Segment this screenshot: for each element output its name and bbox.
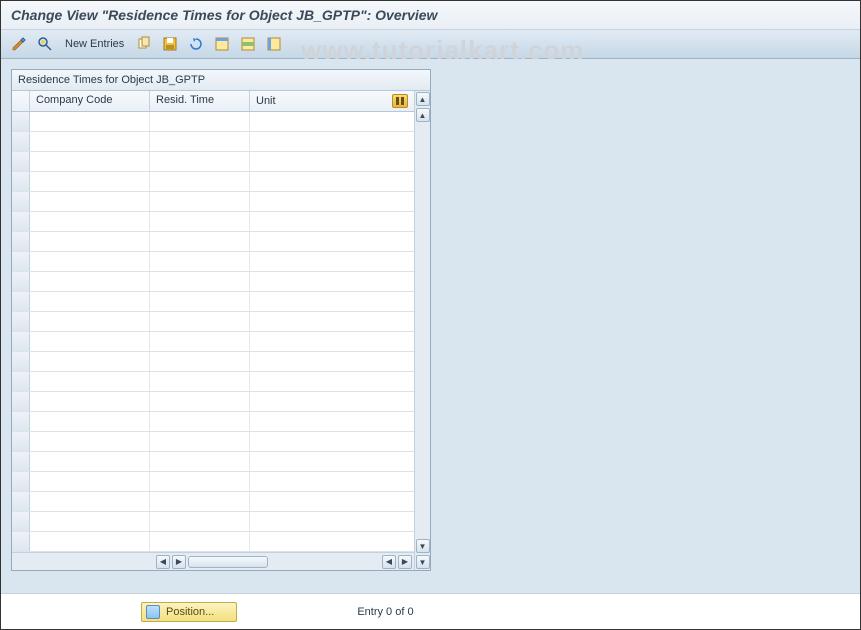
row-selector[interactable]: [12, 332, 30, 351]
scroll-up-icon[interactable]: ▲: [416, 92, 430, 106]
save-icon[interactable]: [160, 34, 180, 54]
scroll-right-icon[interactable]: ▶: [398, 555, 412, 569]
new-entries-button[interactable]: New Entries: [61, 36, 128, 52]
cell-company-code[interactable]: [30, 112, 150, 131]
table-row: [12, 352, 414, 372]
row-selector[interactable]: [12, 232, 30, 251]
row-selector[interactable]: [12, 312, 30, 331]
scroll-right-step-icon[interactable]: ▶: [172, 555, 186, 569]
position-button[interactable]: Position...: [141, 602, 237, 622]
row-selector[interactable]: [12, 132, 30, 151]
row-selector[interactable]: [12, 212, 30, 231]
table-row: [12, 232, 414, 252]
row-selector[interactable]: [12, 292, 30, 311]
table-row: [12, 152, 414, 172]
row-selector[interactable]: [12, 432, 30, 451]
table-row: [12, 252, 414, 272]
row-selector[interactable]: [12, 192, 30, 211]
position-icon: [146, 605, 160, 619]
application-toolbar: New Entries: [1, 30, 860, 59]
row-selector[interactable]: [12, 372, 30, 391]
position-label: Position...: [166, 606, 214, 618]
hscroll-thumb[interactable]: [188, 556, 268, 568]
scroll-down-icon[interactable]: ▼: [416, 555, 430, 569]
select-all-icon[interactable]: [212, 34, 232, 54]
table-row: [12, 372, 414, 392]
title-bar: Change View "Residence Times for Object …: [1, 1, 860, 30]
page-title: Change View "Residence Times for Object …: [11, 7, 850, 23]
other-view-icon[interactable]: [35, 34, 55, 54]
table-panel: Residence Times for Object JB_GPTP Compa…: [11, 69, 431, 571]
table-row: [12, 112, 414, 132]
copy-as-icon[interactable]: [134, 34, 154, 54]
entry-status: Entry 0 of 0: [357, 606, 413, 618]
cell-resid-time[interactable]: [150, 112, 250, 131]
toggle-display-change-icon[interactable]: [9, 34, 29, 54]
table-row: [12, 332, 414, 352]
table-row: [12, 132, 414, 152]
scroll-left-icon[interactable]: ◀: [156, 555, 170, 569]
content-region: Residence Times for Object JB_GPTP Compa…: [1, 59, 860, 599]
table-row: [12, 272, 414, 292]
grid-header: Company Code Resid. Time Unit: [12, 91, 414, 112]
scroll-up-step-icon[interactable]: ▲: [416, 108, 430, 122]
footer-bar: Position... Entry 0 of 0: [1, 593, 860, 629]
row-selector[interactable]: [12, 492, 30, 511]
table-row: [12, 492, 414, 512]
grid-body: [12, 112, 414, 552]
deselect-all-icon[interactable]: [264, 34, 284, 54]
row-selector[interactable]: [12, 172, 30, 191]
column-header-company-code[interactable]: Company Code: [30, 91, 150, 111]
table-row: [12, 292, 414, 312]
cell-unit[interactable]: [250, 112, 414, 131]
select-block-icon[interactable]: [238, 34, 258, 54]
table-row: [12, 192, 414, 212]
table-row: [12, 312, 414, 332]
row-selector[interactable]: [12, 512, 30, 531]
undo-change-icon[interactable]: [186, 34, 206, 54]
table-row: [12, 472, 414, 492]
column-header-resid-time[interactable]: Resid. Time: [150, 91, 250, 111]
panel-title: Residence Times for Object JB_GPTP: [12, 70, 430, 91]
table-row: [12, 432, 414, 452]
table-row: [12, 532, 414, 552]
row-selector[interactable]: [12, 272, 30, 291]
horizontal-scrollbar: ◀ ▶ ◀ ▶: [12, 552, 414, 570]
table-row: [12, 392, 414, 412]
column-header-unit[interactable]: Unit: [256, 95, 276, 107]
row-selector[interactable]: [12, 412, 30, 431]
scroll-left-end-icon[interactable]: ◀: [382, 555, 396, 569]
table-row: [12, 512, 414, 532]
row-selector[interactable]: [12, 452, 30, 471]
row-selector[interactable]: [12, 352, 30, 371]
table-row: [12, 452, 414, 472]
vertical-scrollbar: ▲ ▲ ▼ ▼: [414, 91, 430, 570]
row-selector[interactable]: [12, 112, 30, 131]
table-row: [12, 212, 414, 232]
table-settings-icon[interactable]: [392, 94, 408, 108]
row-selector[interactable]: [12, 152, 30, 171]
row-selector[interactable]: [12, 472, 30, 491]
table-row: [12, 172, 414, 192]
row-selector[interactable]: [12, 252, 30, 271]
row-selector[interactable]: [12, 532, 30, 551]
table-row: [12, 412, 414, 432]
scroll-down-step-icon[interactable]: ▼: [416, 539, 430, 553]
row-selector[interactable]: [12, 392, 30, 411]
